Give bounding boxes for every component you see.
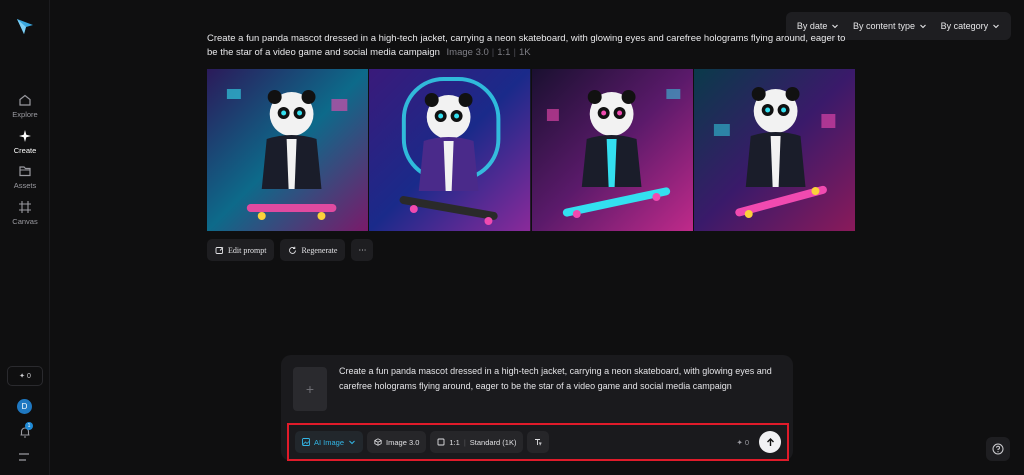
result-prompt: Create a fun panda mascot dressed in a h… — [207, 33, 846, 58]
prompt-input[interactable]: Create a fun panda mascot dressed in a h… — [339, 364, 779, 394]
help-icon — [992, 443, 1004, 455]
plus-icon: + — [305, 381, 315, 397]
ratio-tag: 1:1 — [497, 47, 511, 58]
filter-label: By date — [796, 21, 828, 31]
send-button[interactable] — [759, 431, 781, 453]
sidebar-item-explore[interactable]: Explore — [0, 93, 50, 119]
filter-by-content-type[interactable]: By content type — [853, 21, 927, 31]
sidebar-item-label: Create — [13, 146, 37, 155]
image-icon — [302, 438, 310, 446]
credit-cost: ✦ 0 — [736, 437, 749, 447]
chevron-down-icon — [993, 24, 1000, 29]
refresh-icon — [289, 246, 297, 254]
menu-icon[interactable] — [18, 452, 30, 462]
sidebar-item-label: Explore — [12, 110, 38, 119]
ratio-quality-select[interactable]: 1:1 | Standard (1K) — [430, 431, 524, 453]
regenerate-button[interactable]: Regenerate — [280, 239, 346, 261]
generated-image-2[interactable] — [369, 69, 531, 231]
filter-by-category[interactable]: By category — [941, 21, 1001, 31]
model-tag: Image 3.0 — [446, 47, 489, 58]
chevron-down-icon — [349, 440, 355, 445]
aspect-ratio-icon — [437, 438, 445, 446]
sidebar-item-label: Canvas — [12, 217, 38, 226]
sidebar-item-label: Assets — [13, 181, 37, 190]
generated-image-1[interactable] — [207, 69, 369, 231]
avatar[interactable]: D — [17, 399, 32, 414]
sparkle-icon — [19, 130, 31, 142]
more-options-button[interactable]: ··· — [351, 239, 374, 261]
resolution-tag: 1K — [518, 47, 531, 58]
generation-toolbar: AI Image Image 3.0 1:1 | Standard (1K) ✦… — [287, 423, 789, 461]
sidebar-item-canvas[interactable]: Canvas — [0, 200, 50, 226]
ratio-label: 1:1 — [449, 437, 460, 447]
cube-icon — [374, 438, 382, 446]
model-select[interactable]: Image 3.0 — [367, 431, 427, 453]
filter-by-date[interactable]: By date — [797, 21, 840, 31]
text-format-icon — [535, 439, 542, 446]
more-icon: ··· — [358, 245, 367, 255]
sidebar-item-create[interactable]: Create — [0, 129, 50, 155]
help-button[interactable] — [986, 437, 1010, 461]
filter-label: By content type — [852, 21, 916, 31]
quality-label: Standard (1K) — [469, 437, 517, 447]
chevron-down-icon — [920, 24, 926, 29]
folder-icon — [19, 166, 31, 177]
notification-badge: 1 — [25, 422, 33, 430]
regenerate-label: Regenerate — [301, 245, 338, 255]
filter-label: By category — [940, 21, 989, 31]
star-logo-icon[interactable] — [15, 16, 35, 36]
sidebar: Explore Create Assets Canvas ✦ 0 D 1 — [0, 0, 50, 475]
prompt-composer: + Create a fun panda mascot dressed in a… — [281, 355, 793, 461]
home-icon — [19, 94, 31, 106]
text-style-button[interactable] — [527, 431, 550, 453]
canvas-icon — [19, 201, 31, 213]
mode-select[interactable]: AI Image — [295, 431, 364, 453]
result-actions: Edit prompt Regenerate ··· — [207, 239, 374, 261]
generated-image-3[interactable] — [531, 69, 693, 231]
edit-icon — [215, 246, 224, 254]
arrow-up-icon — [766, 437, 774, 446]
credits-counter[interactable]: ✦ 0 — [7, 366, 43, 386]
sidebar-item-assets[interactable]: Assets — [0, 164, 50, 190]
edit-prompt-label: Edit prompt — [228, 245, 267, 255]
mode-label: AI Image — [314, 437, 345, 447]
generated-image-4[interactable] — [693, 69, 855, 231]
chevron-down-icon — [832, 24, 839, 29]
divider: | — [463, 437, 466, 447]
model-label: Image 3.0 — [386, 437, 420, 447]
add-reference-image-button[interactable]: + — [293, 367, 327, 411]
edit-prompt-button[interactable]: Edit prompt — [207, 239, 275, 261]
image-grid — [207, 69, 855, 231]
